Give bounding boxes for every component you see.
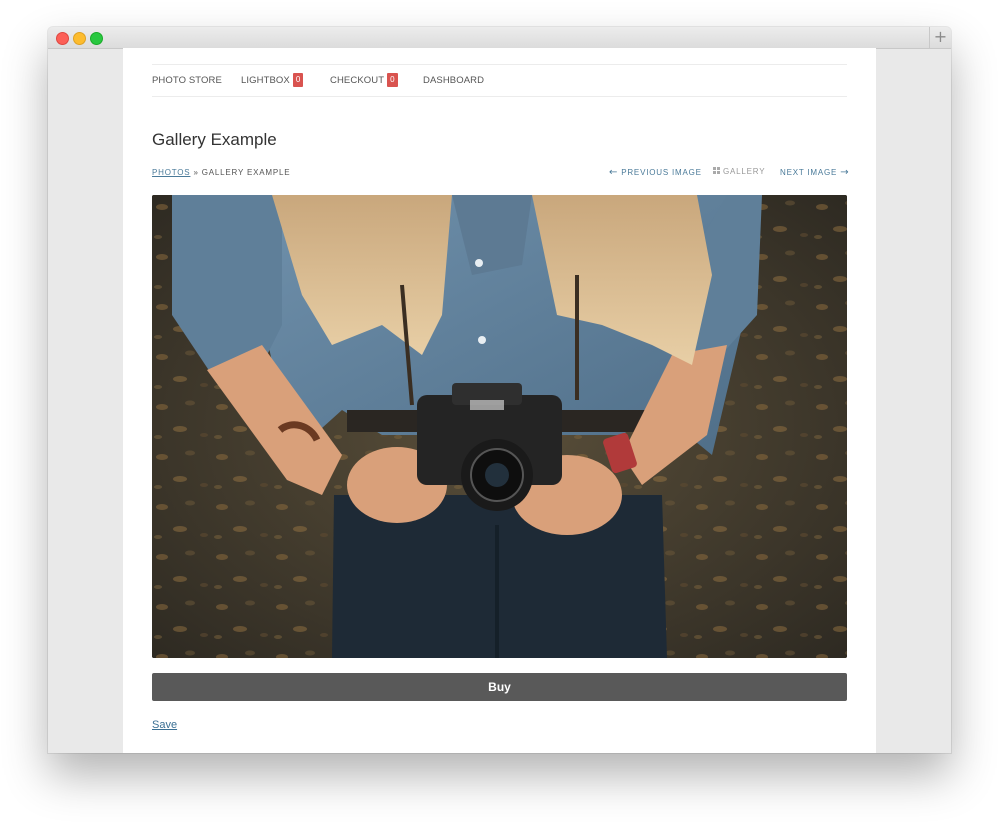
minimize-window-button[interactable] <box>73 32 86 45</box>
next-image-link[interactable]: NEXT IMAGE → <box>780 167 849 178</box>
plus-icon[interactable]: + <box>929 27 951 48</box>
previous-image-link[interactable]: ← PREVIOUS IMAGE <box>609 167 702 178</box>
nav-item-label: DASHBOARD <box>423 75 485 86</box>
arrow-right-icon: → <box>840 167 850 178</box>
previous-image-label: PREVIOUS IMAGE <box>621 168 702 177</box>
gallery-photo[interactable] <box>152 195 847 658</box>
nav-item-photo-store[interactable]: PHOTO STORE <box>152 65 222 96</box>
checkout-count-badge: 0 <box>387 73 398 87</box>
gallery-link[interactable]: GALLERY <box>713 167 765 176</box>
breadcrumb-link-photos[interactable]: PHOTOS <box>152 168 190 177</box>
lightbox-count-badge: 0 <box>292 73 304 87</box>
nav-item-label: CHECKOUT <box>330 75 385 86</box>
nav-item-checkout[interactable]: CHECKOUT 0 <box>330 65 398 96</box>
title-bar: + <box>48 27 951 49</box>
page-content: PHOTO STORE LIGHTBOX 0 CHECKOUT 0 DASHBOAR… <box>123 48 876 753</box>
gallery-label: GALLERY <box>723 167 766 176</box>
nav-item-lightbox[interactable]: LIGHTBOX 0 <box>241 65 304 96</box>
save-link[interactable]: Save <box>152 719 177 731</box>
buy-button[interactable]: Buy <box>152 673 847 701</box>
close-window-button[interactable] <box>56 32 69 45</box>
browser-window: + PHOTO STORE LIGHTBOX 0 CHECKOUT 0 DASHBO… <box>48 27 951 753</box>
nav-item-dashboard[interactable]: DASHBOARD <box>423 65 484 96</box>
nav-item-label: LIGHTBOX <box>241 75 290 86</box>
breadcrumb-separator: » <box>193 168 199 177</box>
breadcrumb: PHOTOS » GALLERY EXAMPLE <box>152 168 290 177</box>
nav-item-label: PHOTO STORE <box>152 75 222 86</box>
arrow-left-icon: ← <box>609 167 619 178</box>
page-title: Gallery Example <box>152 130 277 149</box>
grid-icon <box>713 167 720 174</box>
next-image-label: NEXT IMAGE <box>780 168 838 177</box>
breadcrumb-current: GALLERY EXAMPLE <box>201 168 291 177</box>
main-nav: PHOTO STORE LIGHTBOX 0 CHECKOUT 0 DASHBOAR… <box>152 64 847 97</box>
photo-illustration <box>152 195 847 658</box>
maximize-window-button[interactable] <box>90 32 103 45</box>
